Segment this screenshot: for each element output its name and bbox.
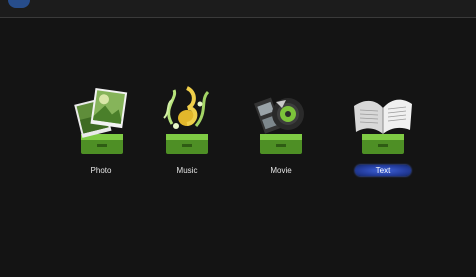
menu-item-label: Photo (90, 166, 112, 175)
menu-item-movie[interactable]: Movie (246, 78, 316, 186)
photo-icon (74, 88, 128, 154)
music-icon (163, 86, 210, 154)
media-home-screen: Photo Music Movie Text (0, 0, 476, 277)
menu-item-label: Music (176, 166, 198, 175)
menu-item-photo[interactable]: Photo (66, 78, 136, 186)
menu-item-music[interactable]: Music (152, 78, 222, 186)
media-menu: Photo Music Movie Text (66, 78, 426, 188)
top-bar (0, 0, 476, 18)
movie-icon (254, 97, 304, 154)
text-book-icon (354, 99, 412, 154)
menu-item-label: Text (355, 165, 411, 176)
menu-item-text[interactable]: Text (348, 78, 418, 186)
menu-item-label: Movie (270, 166, 292, 175)
logo-icon (8, 0, 30, 8)
